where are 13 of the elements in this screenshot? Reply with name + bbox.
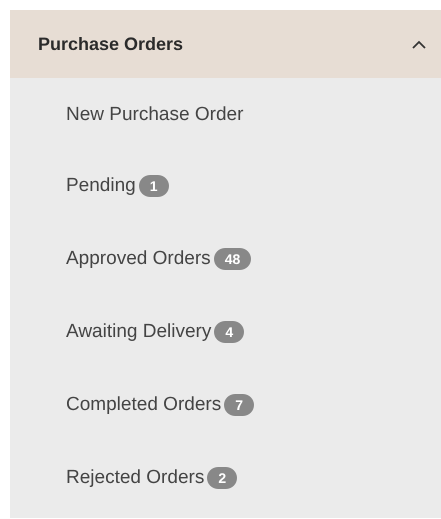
menu-link[interactable]: New Purchase Order	[66, 104, 244, 126]
count-badge: 1	[138, 174, 169, 196]
count-badge: 7	[224, 394, 254, 416]
count-badge: 4	[214, 320, 244, 342]
menu-link[interactable]: Awaiting Delivery	[66, 320, 212, 342]
menu-link[interactable]: Completed Orders	[66, 394, 222, 416]
menu-link[interactable]: Pending	[66, 174, 136, 196]
section-header[interactable]: Purchase Orders	[10, 10, 441, 78]
chevron-up-icon	[411, 39, 427, 49]
count-badge: 2	[207, 466, 238, 488]
menu-link[interactable]: Rejected Orders	[66, 466, 204, 488]
menu-link[interactable]: Approved Orders	[66, 248, 211, 270]
count-badge: 48	[214, 248, 252, 270]
